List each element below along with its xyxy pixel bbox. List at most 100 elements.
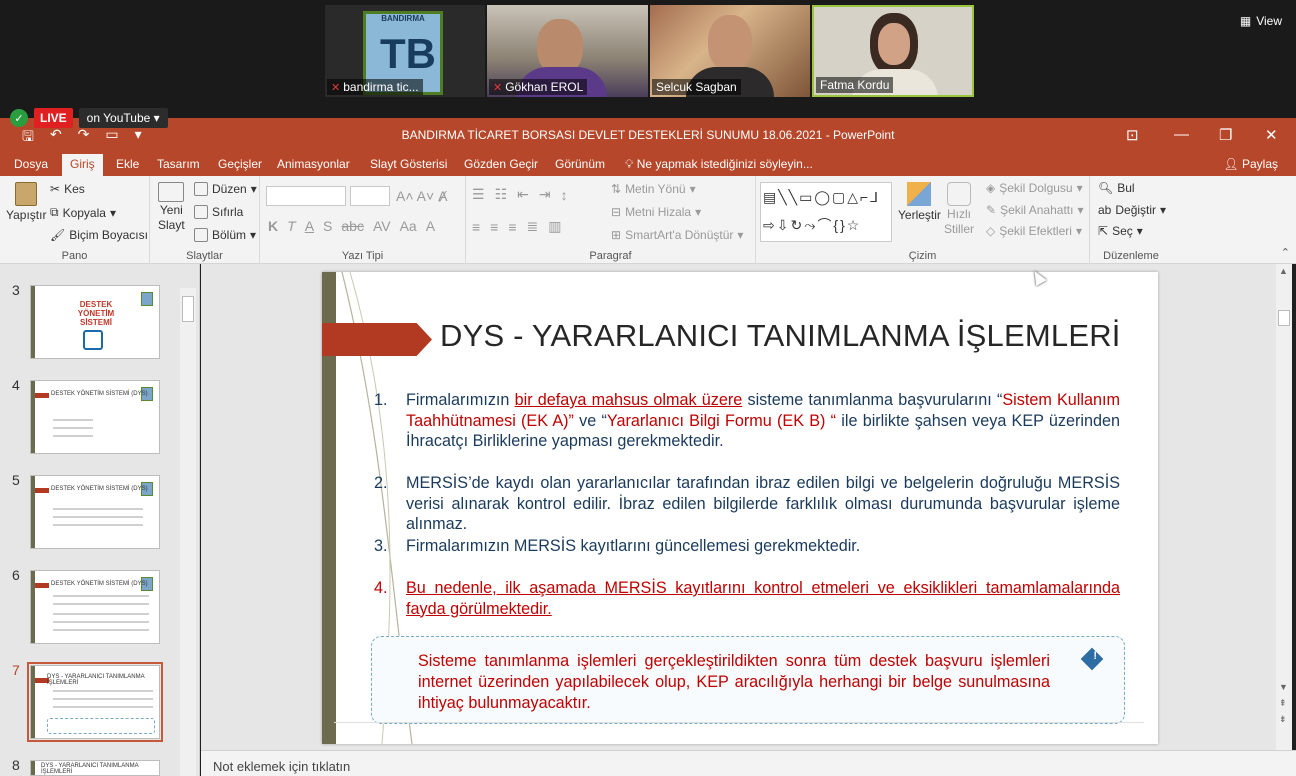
scrollbar-thumb[interactable]: [182, 296, 194, 322]
thumbnail-scrollbar[interactable]: [180, 288, 196, 776]
scroll-down-icon[interactable]: ▼: [1279, 682, 1288, 692]
collapse-ribbon-icon[interactable]: ⌃: [1281, 246, 1290, 259]
decrease-indent-icon[interactable]: ⇤: [517, 186, 529, 203]
brace-right-icon[interactable]: }: [840, 217, 845, 233]
align-buttons[interactable]: ≡ ≡ ≡ ≣ ▥: [472, 218, 561, 235]
slide-thumbnail[interactable]: DESTEK YÖNETİM SİSTEMİ: [30, 285, 160, 359]
shape-effects-button[interactable]: ◇ Şekil Efektleri ▾: [986, 224, 1082, 238]
font-size-buttons[interactable]: A˄ A˅ Ⱥ: [396, 188, 448, 204]
slide-thumbnail[interactable]: DESTEK YÖNETİM SİSTEMİ (DYS): [30, 380, 160, 454]
oval-shape-icon[interactable]: ◯: [814, 189, 830, 206]
line-spacing-icon[interactable]: ↕: [561, 187, 568, 203]
star-shape-icon[interactable]: ☆: [847, 217, 860, 234]
slide-thumbnail[interactable]: DYS - YARARLANICI TANIMLANMA İŞLEMLERİ: [30, 760, 160, 776]
tell-me-search[interactable]: 💡︎ Ne yapmak istediğinizi söyleyin...: [625, 157, 813, 172]
line-shape-icon[interactable]: ╲: [789, 189, 797, 206]
bold-icon[interactable]: K: [268, 218, 278, 234]
tab-giris[interactable]: Giriş: [62, 154, 103, 176]
font-size-box[interactable]: [350, 186, 390, 206]
tab-gozden-gecir[interactable]: Gözden Geçir: [464, 157, 538, 171]
tab-ekle[interactable]: Ekle: [116, 157, 139, 171]
elbow-connector-icon[interactable]: ⌐: [860, 189, 868, 205]
arc-icon[interactable]: ⌒: [817, 215, 831, 235]
columns-icon[interactable]: ▥: [548, 218, 561, 235]
live-badge[interactable]: LIVE: [34, 108, 73, 128]
youtube-menu[interactable]: on YouTube ▾: [78, 108, 168, 128]
underline-icon[interactable]: A: [305, 218, 314, 234]
maximize-icon[interactable]: ❐: [1219, 126, 1232, 144]
justify-icon[interactable]: ≣: [527, 218, 539, 235]
participant-tile[interactable]: BANDIRMA TB ✕ bandirma tic...: [325, 5, 485, 97]
align-center-icon[interactable]: ≡: [490, 219, 498, 235]
tab-gecisler[interactable]: Geçişler: [218, 157, 262, 171]
tab-tasarim[interactable]: Tasarım: [157, 157, 200, 171]
curved-shape-icon[interactable]: ↻: [790, 217, 802, 234]
paste-button[interactable]: Yapıştır: [6, 182, 46, 222]
smartart-button[interactable]: ⊞ SmartArt'a Dönüştür ▾: [611, 228, 743, 242]
tab-animasyonlar[interactable]: Animasyonlar: [277, 157, 350, 171]
new-slide-button[interactable]: Yeni Slayt: [158, 182, 185, 232]
replace-button[interactable]: ab Değiştir ▾: [1098, 203, 1166, 217]
arrange-button[interactable]: Yerleştir: [898, 182, 941, 222]
char-spacing-icon[interactable]: AV: [373, 218, 391, 234]
current-slide[interactable]: DYS - YARARLANICI TANIMLANMA İŞLEMLERİ 1…: [322, 272, 1158, 744]
shadow-icon[interactable]: S: [323, 218, 332, 234]
close-icon[interactable]: ✕: [1265, 126, 1278, 144]
tab-dosya[interactable]: Dosya: [14, 157, 48, 171]
align-right-icon[interactable]: ≡: [508, 219, 516, 235]
select-button[interactable]: ⇱ Seç ▾: [1098, 224, 1143, 238]
increase-indent-icon[interactable]: ⇥: [539, 186, 551, 203]
layout-button[interactable]: Düzen ▾: [194, 182, 257, 196]
scrollbar-thumb[interactable]: [1278, 310, 1290, 326]
quick-styles-button[interactable]: Hızlı Stiller: [944, 182, 974, 236]
list-buttons[interactable]: ☰ ☷ ⇤ ⇥ ↕: [472, 186, 568, 203]
font-family-box[interactable]: [266, 186, 346, 206]
numbering-icon[interactable]: ☷: [495, 186, 508, 203]
copy-button[interactable]: ⧉ Kopyala ▾: [50, 205, 116, 220]
align-left-icon[interactable]: ≡: [472, 219, 480, 235]
shapes-gallery[interactable]: ▤ ╲ ╲ ▭ ◯ ▢ △ ⌐ ⅃ ⇨ ⇩ ↻ ⤳ ⌒{} ☆: [760, 182, 892, 242]
participant-tile-active-speaker[interactable]: Fatma Kordu: [812, 5, 974, 97]
font-color-icon[interactable]: A: [426, 218, 435, 234]
minimize-icon[interactable]: —: [1174, 126, 1189, 143]
share-button[interactable]: 👤︎ Paylaş: [1223, 157, 1278, 171]
ribbon-display-options-icon[interactable]: ⊡: [1126, 126, 1139, 144]
previous-slide-icon[interactable]: ⇞: [1279, 698, 1287, 709]
slide-scrollbar[interactable]: ▲ ▼ ⇞ ⇟: [1276, 264, 1292, 750]
format-painter-button[interactable]: 🖌︎ Biçim Boyacısı: [50, 228, 148, 242]
view-button[interactable]: ▦ View: [1240, 14, 1282, 28]
slide-thumbnail[interactable]: DESTEK YÖNETİM SİSTEMİ (DYS): [30, 570, 160, 644]
right-arrow-shape-icon[interactable]: ⇨: [763, 217, 775, 234]
cut-button[interactable]: ✂ Kes: [50, 182, 85, 196]
participant-tile[interactable]: ✕ Gökhan EROL: [487, 5, 648, 97]
section-button[interactable]: Bölüm ▾: [194, 228, 256, 242]
tab-gorunum[interactable]: Görünüm: [555, 157, 605, 171]
text-direction-button[interactable]: ⇅ Metin Yönü ▾: [611, 182, 696, 196]
slide-thumbnail-selected[interactable]: DYS - YARARLANICI TANIMLANMA İŞLEMLERİ: [27, 662, 163, 742]
font-format-buttons[interactable]: K T A Sabc AV Aa A: [268, 218, 435, 234]
textbox-shape-icon[interactable]: ▤: [763, 189, 776, 206]
bullets-icon[interactable]: ☰: [472, 186, 485, 203]
freeform-icon[interactable]: ⤳: [804, 217, 815, 234]
shape-fill-button[interactable]: ◈ Şekil Dolgusu ▾: [986, 181, 1083, 195]
strikethrough-icon[interactable]: abc: [341, 218, 364, 234]
tab-slayt-gosterisi[interactable]: Slayt Gösterisi: [370, 157, 447, 171]
italic-icon[interactable]: T: [287, 218, 296, 234]
scroll-up-icon[interactable]: ▲: [1279, 266, 1288, 276]
find-button[interactable]: 🔍︎ Bul: [1098, 181, 1135, 195]
line-shape-icon[interactable]: ╲: [778, 189, 786, 206]
next-slide-icon[interactable]: ⇟: [1279, 714, 1287, 725]
brace-left-icon[interactable]: {: [833, 217, 838, 233]
down-arrow-shape-icon[interactable]: ⇩: [777, 217, 789, 234]
rounded-rect-shape-icon[interactable]: ▢: [832, 189, 845, 206]
slide-thumbnail[interactable]: DESTEK YÖNETİM SİSTEMİ (DYS): [30, 475, 160, 549]
align-text-button[interactable]: ⊟ Metni Hizala ▾: [611, 205, 701, 219]
connector-icon[interactable]: ⅃: [870, 189, 878, 206]
shape-outline-button[interactable]: ✎ Şekil Anahattı ▾: [986, 203, 1083, 217]
notes-pane[interactable]: Not eklemek için tıklatın: [201, 750, 1296, 776]
rectangle-shape-icon[interactable]: ▭: [799, 189, 812, 206]
triangle-shape-icon[interactable]: △: [847, 189, 858, 206]
participant-tile[interactable]: Selcuk Sagban: [650, 5, 810, 97]
change-case-icon[interactable]: Aa: [400, 218, 417, 234]
reset-button[interactable]: Sıfırla: [194, 205, 243, 219]
